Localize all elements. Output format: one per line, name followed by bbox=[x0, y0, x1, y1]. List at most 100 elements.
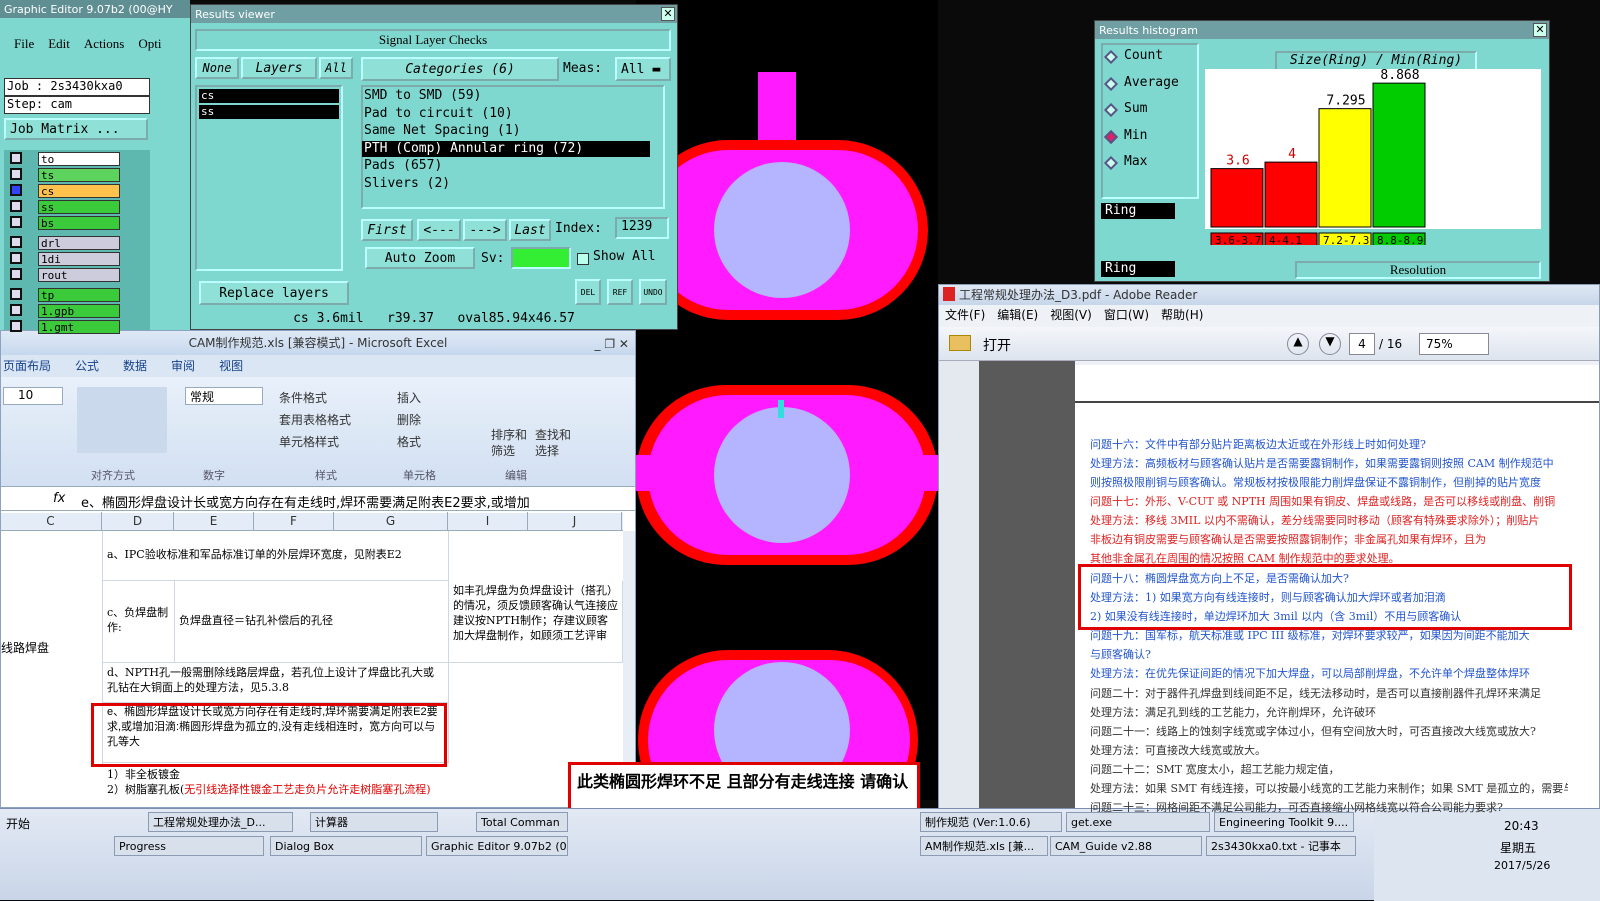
font-size-select[interactable]: 10 bbox=[3, 387, 63, 405]
zoom-select[interactable]: 75% bbox=[1419, 333, 1489, 355]
none-button[interactable]: None bbox=[195, 57, 239, 79]
column-header[interactable]: I bbox=[448, 512, 528, 530]
tab-review[interactable]: 审阅 bbox=[171, 355, 195, 377]
option-min[interactable]: Min bbox=[1124, 128, 1147, 143]
delete-button[interactable]: DEL bbox=[575, 279, 601, 305]
layer-results-list[interactable]: cs ss bbox=[195, 85, 343, 271]
tab-view[interactable]: 视图 bbox=[219, 355, 243, 377]
taskbar-item[interactable]: Total Comman bbox=[476, 812, 568, 832]
layer-checkbox[interactable] bbox=[10, 252, 22, 264]
menu-options[interactable]: Opti bbox=[138, 36, 161, 52]
tab-page-layout[interactable]: 页面布局 bbox=[3, 355, 51, 377]
column-header[interactable]: D bbox=[102, 512, 174, 530]
column-header[interactable]: G bbox=[334, 512, 448, 530]
replace-layers-select[interactable]: Replace layers bbox=[199, 281, 349, 305]
option-sum[interactable]: Sum bbox=[1124, 101, 1147, 116]
categories-button[interactable]: Categories (6) bbox=[361, 57, 559, 81]
menu-file[interactable]: File bbox=[14, 36, 34, 52]
taskbar-item[interactable]: Engineering Toolkit 9.... bbox=[1214, 812, 1354, 832]
histogram-bar[interactable] bbox=[1264, 161, 1318, 228]
layer-row[interactable]: 1.gmt bbox=[38, 320, 120, 334]
taskbar-item[interactable]: Graphic Editor 9.07b2 (0... bbox=[426, 836, 568, 856]
layer-row[interactable]: ss bbox=[38, 200, 120, 214]
column-header[interactable]: F bbox=[254, 512, 334, 530]
meas-select[interactable]: All ▬ bbox=[615, 57, 671, 81]
open-button[interactable]: 打开 bbox=[983, 335, 1011, 355]
layer-row[interactable]: bs bbox=[38, 216, 120, 230]
formula-bar[interactable]: fx e、椭圆形焊盘设计长或宽方向存在有走线时,焊环需要满足附表E2要求,或增加 bbox=[1, 489, 635, 511]
layer-checkbox[interactable] bbox=[10, 304, 22, 316]
next-page-icon[interactable]: ▼ bbox=[1319, 333, 1341, 355]
category-item[interactable]: Pad to circuit (10) bbox=[362, 106, 650, 122]
delete-cells-button[interactable]: 删除 bbox=[397, 411, 421, 428]
category-item[interactable]: Pads (657) bbox=[362, 158, 650, 174]
layer-row[interactable]: tp bbox=[38, 288, 120, 302]
menu-view[interactable]: 视图(V) bbox=[1050, 305, 1092, 325]
prev-button[interactable]: <--- bbox=[417, 219, 461, 241]
undo-button[interactable]: UNDO bbox=[639, 279, 667, 305]
taskbar-item[interactable]: 计算器 bbox=[310, 812, 438, 832]
taskbar-item[interactable]: AM制作规范.xls [兼... bbox=[920, 836, 1048, 856]
close-icon[interactable]: ✕ bbox=[1533, 23, 1547, 37]
taskbar-item[interactable]: Progress bbox=[114, 836, 264, 856]
all-button[interactable]: All bbox=[319, 57, 353, 79]
close-icon[interactable]: ✕ bbox=[661, 7, 675, 21]
layer-row[interactable]: drl bbox=[38, 236, 120, 250]
taskbar-item[interactable]: 2s3430kxa0.txt - 记事本 bbox=[1206, 836, 1356, 856]
page-number-input[interactable]: 4 bbox=[1349, 333, 1375, 355]
alignment-buttons[interactable] bbox=[77, 387, 167, 453]
tab-data[interactable]: 数据 bbox=[123, 355, 147, 377]
taskbar-item[interactable]: 工程常规处理办法_D... bbox=[148, 812, 293, 832]
layer-checkbox[interactable] bbox=[10, 320, 22, 332]
ref-button[interactable]: REF bbox=[607, 279, 633, 305]
first-button[interactable]: First bbox=[361, 219, 413, 241]
category-item[interactable]: Same Net Spacing (1) bbox=[362, 123, 650, 139]
number-format-select[interactable]: 常规 bbox=[185, 387, 263, 405]
category-item[interactable]: Slivers (2) bbox=[362, 176, 650, 192]
formula-input[interactable]: e、椭圆形焊盘设计长或宽方向存在有走线时,焊环需要满足附表E2要求,或增加 bbox=[81, 492, 601, 511]
last-button[interactable]: Last bbox=[509, 219, 551, 241]
start-button[interactable]: 开始 bbox=[2, 813, 52, 835]
menu-edit[interactable]: 编辑(E) bbox=[997, 305, 1038, 325]
index-input[interactable]: 1239 bbox=[615, 217, 669, 239]
layer-checkbox[interactable] bbox=[10, 288, 22, 300]
cell-style-button[interactable]: 单元格样式 bbox=[279, 433, 339, 450]
layer-row[interactable]: to bbox=[38, 152, 120, 166]
layer-row[interactable]: 1di bbox=[38, 252, 120, 266]
conditional-format-button[interactable]: 条件格式 bbox=[279, 389, 327, 406]
show-all-checkbox[interactable] bbox=[577, 253, 589, 265]
histogram-bar[interactable] bbox=[1318, 108, 1372, 228]
cad-canvas[interactable] bbox=[636, 0, 938, 800]
menu-edit[interactable]: Edit bbox=[48, 36, 70, 52]
column-header[interactable]: C bbox=[0, 512, 102, 530]
taskbar-item[interactable]: 制作规范 (Ver:1.0.6) bbox=[920, 812, 1062, 832]
column-header[interactable]: E bbox=[174, 512, 254, 530]
job-matrix-button[interactable]: Job Matrix ... bbox=[4, 118, 148, 140]
layer-checkbox[interactable] bbox=[10, 184, 22, 196]
layers-button[interactable]: Layers bbox=[241, 57, 317, 79]
sv-color-select[interactable] bbox=[511, 247, 571, 269]
auto-zoom-select[interactable]: Auto Zoom bbox=[365, 247, 475, 269]
layer-checkbox[interactable] bbox=[10, 268, 22, 280]
list-item[interactable]: ss bbox=[199, 105, 339, 119]
menu-actions[interactable]: Actions bbox=[84, 36, 124, 52]
menu-help[interactable]: 帮助(H) bbox=[1161, 305, 1203, 325]
histogram-bar[interactable] bbox=[1210, 168, 1264, 228]
layer-checkbox[interactable] bbox=[10, 216, 22, 228]
prev-page-icon[interactable]: ▲ bbox=[1287, 333, 1309, 355]
next-button[interactable]: ---> bbox=[463, 219, 507, 241]
layer-checkbox[interactable] bbox=[10, 168, 22, 180]
format-button[interactable]: 格式 bbox=[397, 433, 421, 450]
layer-row[interactable]: ts bbox=[38, 168, 120, 182]
window-controls[interactable]: _ ❐ ✕ bbox=[595, 337, 629, 351]
sort-filter-button[interactable]: 排序和筛选 bbox=[491, 427, 531, 459]
menu-window[interactable]: 窗口(W) bbox=[1104, 305, 1149, 325]
option-average[interactable]: Average bbox=[1124, 75, 1179, 90]
layer-row[interactable]: rout bbox=[38, 268, 120, 282]
layer-row[interactable]: 1.gpb bbox=[38, 304, 120, 318]
taskbar-item[interactable]: Dialog Box bbox=[270, 836, 422, 856]
table-format-button[interactable]: 套用表格格式 bbox=[279, 411, 351, 428]
tab-formulas[interactable]: 公式 bbox=[75, 355, 99, 377]
layer-row[interactable]: cs bbox=[38, 184, 120, 198]
histogram-bar[interactable] bbox=[1372, 82, 1426, 228]
